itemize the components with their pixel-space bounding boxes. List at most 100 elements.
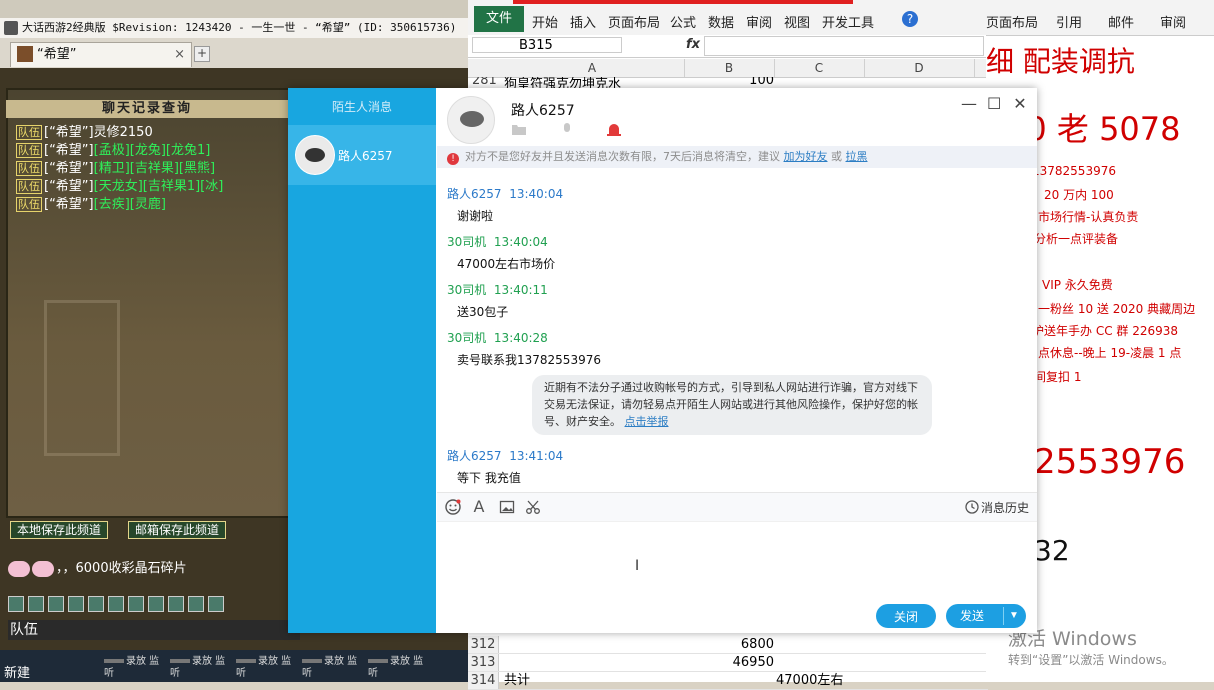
chat-line[interactable]: 队伍 [“希望”][孟极][龙兔][龙兔1] xyxy=(16,142,210,159)
cell-b[interactable]: 100 xyxy=(684,77,774,88)
column-header-a[interactable]: A xyxy=(500,59,685,77)
ribbon-tab-data[interactable]: 数据 xyxy=(708,12,734,31)
formula-bar: B315 fx xyxy=(468,35,988,58)
message-time: 13:40:04 xyxy=(509,187,564,201)
record-monitor-toggle[interactable]: 录放 监听 xyxy=(302,656,358,680)
team-panel-label[interactable]: 队伍 xyxy=(8,620,300,640)
toolbar-stop-icon[interactable] xyxy=(168,596,184,612)
scissors-icon[interactable] xyxy=(525,499,541,515)
chat-line[interactable]: 队伍 [“希望”][精卫][吉祥果][黑熊] xyxy=(16,160,215,177)
toolbar-first-icon[interactable] xyxy=(8,596,24,612)
record-monitor-toggle[interactable]: 录放 监听 xyxy=(170,656,226,680)
save-mail-channel-button[interactable]: 邮箱保存此频道 xyxy=(128,521,227,539)
row-number: 313 xyxy=(468,654,499,671)
activate-windows-subtitle[interactable]: 转到“设置”以激活 Windows。 xyxy=(1008,651,1174,668)
folder-icon[interactable] xyxy=(511,122,527,136)
chat-line[interactable]: 队伍 [“希望”][去疾][灵鹿] xyxy=(16,196,166,213)
ribbon-tab-developer[interactable]: 开发工具 xyxy=(822,12,874,31)
game-tab-close-icon[interactable]: × xyxy=(174,43,185,67)
cell-a[interactable]: 共计 xyxy=(504,672,530,689)
toolbar-move-icon[interactable] xyxy=(68,596,84,612)
word-tab-page-layout[interactable]: 页面布局 xyxy=(986,12,1038,31)
taskbar-new-button[interactable]: 新建 xyxy=(4,662,30,681)
ribbon-tab-page-layout[interactable]: 页面布局 xyxy=(608,12,660,31)
game-tab-add-button[interactable]: + xyxy=(194,46,210,62)
cell-b[interactable]: 46950 xyxy=(684,654,774,671)
column-header-b[interactable]: B xyxy=(684,59,775,77)
toolbar-plus-icon[interactable] xyxy=(88,596,104,612)
message-sender: 路人6257 xyxy=(447,187,502,201)
message-sender: 30司机 xyxy=(447,235,487,249)
formula-input[interactable] xyxy=(704,36,984,56)
contact-item[interactable]: 路人6257 xyxy=(288,125,436,185)
ribbon-tab-view[interactable]: 视图 xyxy=(784,12,810,31)
ribbon-tab-insert[interactable]: 插入 xyxy=(570,12,596,31)
toolbar-next-icon[interactable] xyxy=(188,596,204,612)
table-row: 312 6800 xyxy=(468,636,988,654)
word-line: 间复扣 1 xyxy=(1034,370,1082,384)
font-icon[interactable]: A xyxy=(471,499,487,515)
record-monitor-toggle[interactable]: 录放 监听 xyxy=(368,656,424,680)
chat-avatar[interactable] xyxy=(447,96,495,144)
game-tab-xiwang[interactable]: “希望” × xyxy=(10,42,192,67)
ribbon-tab-file[interactable]: 文件 xyxy=(474,6,524,32)
alarm-icon[interactable] xyxy=(605,122,621,136)
close-button[interactable]: 关闭 xyxy=(876,604,936,628)
team-channel-badge: 队伍 xyxy=(16,161,42,176)
record-monitor-toggle[interactable]: 录放 监听 xyxy=(236,656,292,680)
sidebar-title: 陌生人消息 xyxy=(331,100,392,114)
send-button[interactable]: 发送 ▼ xyxy=(946,604,1026,628)
message-meta: 30司机 13:40:04 xyxy=(447,233,548,250)
chat-speaker: [“希望”] xyxy=(44,161,94,176)
microphone-icon[interactable] xyxy=(559,122,575,136)
toolbar-down-icon[interactable] xyxy=(48,596,64,612)
toolbar-image-icon[interactable] xyxy=(148,596,164,612)
word-line: 点休息--晚上 19-凌晨 1 点 xyxy=(1038,346,1182,360)
notice-text: 对方不是您好友并且发送消息次数有限，7天后消息将清空，建议 xyxy=(465,150,780,163)
input-toolbar: A 消息历史 xyxy=(437,492,1037,522)
chat-main: 路人6257 — ☐ ✕ ! 对方不是您好友并且发送消息次数有限，7天后消息将清空，建… xyxy=(437,88,1037,633)
word-tab-references[interactable]: 引用 xyxy=(1056,12,1082,31)
chatlog-title: 聊天记录查询 xyxy=(6,100,288,118)
toolbar-up-icon[interactable] xyxy=(28,596,44,612)
contact-name: 路人6257 xyxy=(338,149,393,163)
word-heading: 细 配装调抗 xyxy=(986,45,1135,78)
record-monitor-toggle[interactable]: 录放 监听 xyxy=(104,656,160,680)
ribbon-tab-home[interactable]: 开始 xyxy=(532,12,558,31)
fx-icon[interactable]: fx xyxy=(686,37,700,52)
word-tab-review[interactable]: 审阅 xyxy=(1160,12,1186,31)
column-header-d[interactable]: D xyxy=(864,59,975,77)
send-options-chevron-icon[interactable]: ▼ xyxy=(1009,604,1019,628)
message-meta: 30司机 13:40:28 xyxy=(447,329,548,346)
character-avatar-icon xyxy=(17,45,33,62)
maximize-icon[interactable]: ☐ xyxy=(987,94,1001,113)
word-tab-mailings[interactable]: 邮件 xyxy=(1108,12,1134,31)
cell-c[interactable]: 47000左右 xyxy=(776,672,843,689)
team-channel-badge: 队伍 xyxy=(16,143,42,158)
chat-line[interactable]: 队伍 [“希望”]灵修2150 xyxy=(16,124,153,141)
block-link[interactable]: 拉黑 xyxy=(846,150,868,163)
message-history-button[interactable]: 消息历史 xyxy=(965,499,1029,516)
message-time: 13:40:11 xyxy=(493,283,548,297)
toolbar-minus-icon[interactable] xyxy=(108,596,124,612)
ribbon-tab-formulas[interactable]: 公式 xyxy=(670,12,696,31)
emoji-icon[interactable] xyxy=(445,499,461,515)
column-header-c[interactable]: C xyxy=(774,59,865,77)
ribbon-tab-review[interactable]: 审阅 xyxy=(746,12,772,31)
name-box[interactable]: B315 xyxy=(472,37,622,53)
row-number: 312 xyxy=(468,636,499,653)
chat-line[interactable]: 队伍 [“希望”][天龙女][吉祥果1][冰] xyxy=(16,178,223,195)
cell-b[interactable]: 6800 xyxy=(684,636,774,653)
message-input[interactable] xyxy=(437,521,1037,601)
contact-avatar xyxy=(295,135,335,175)
toolbar-zoom-icon[interactable] xyxy=(208,596,224,612)
report-link[interactable]: 点击举报 xyxy=(625,415,669,428)
save-local-channel-button[interactable]: 本地保存此频道 xyxy=(10,521,109,539)
toolbar-list-icon[interactable] xyxy=(128,596,144,612)
chat-text: [精卫][吉祥果][黑熊] xyxy=(93,161,216,176)
close-icon[interactable]: ✕ xyxy=(1013,94,1027,113)
help-icon[interactable]: ? xyxy=(902,11,918,27)
image-icon[interactable] xyxy=(499,499,515,515)
minimize-icon[interactable]: — xyxy=(961,94,977,113)
add-friend-link[interactable]: 加为好友 xyxy=(784,150,828,163)
